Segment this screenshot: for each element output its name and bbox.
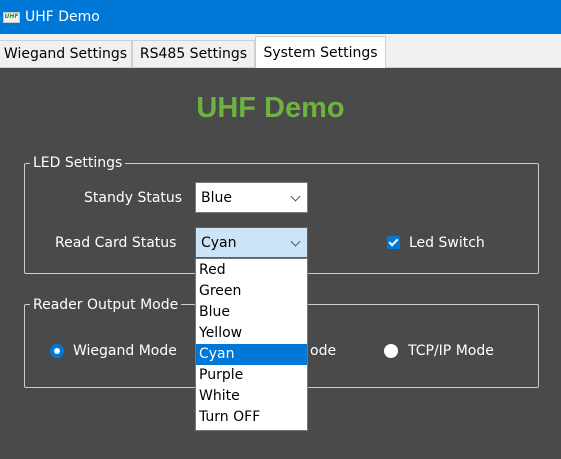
standy-status-value: Blue — [201, 189, 232, 206]
led-settings-title: LED Settings — [30, 155, 126, 172]
standy-status-label: Standy Status — [84, 190, 183, 206]
led-switch-label[interactable]: Led Switch — [409, 235, 485, 252]
app-logo-icon: UHF — [3, 11, 20, 23]
reader-output-mode-title: Reader Output Mode — [30, 297, 182, 314]
dropdown-option-turn-off[interactable]: Turn OFF — [196, 407, 307, 428]
read-card-status-value: Cyan — [201, 234, 237, 251]
led-switch-checkbox[interactable] — [387, 236, 400, 249]
read-card-status-label: Read Card Status — [55, 235, 177, 251]
tab-system-settings[interactable]: System Settings — [255, 36, 386, 68]
dropdown-option-blue[interactable]: Blue — [196, 302, 307, 323]
dropdown-option-cyan[interactable]: Cyan — [196, 344, 307, 365]
window-title: UHF Demo — [25, 9, 100, 25]
dropdown-option-red[interactable]: Red — [196, 260, 307, 281]
tab-rs485-settings[interactable]: RS485 Settings — [132, 40, 255, 67]
title-bar: UHF UHF Demo — [0, 0, 561, 34]
dropdown-option-yellow[interactable]: Yellow — [196, 323, 307, 344]
tcpip-mode-label[interactable]: TCP/IP Mode — [408, 343, 494, 360]
wiegand-mode-radio[interactable] — [50, 344, 64, 358]
chevron-down-icon — [290, 236, 301, 247]
tab-wiegand-settings[interactable]: Wiegand Settings — [0, 40, 132, 67]
read-card-status-dropdown: Red Green Blue Yellow Cyan Purple White … — [195, 258, 308, 431]
dropdown-option-green[interactable]: Green — [196, 281, 307, 302]
app-logo-text: UHF Demo — [196, 92, 345, 124]
dropdown-option-purple[interactable]: Purple — [196, 365, 307, 386]
tcpip-mode-radio[interactable] — [384, 344, 398, 358]
read-card-status-select[interactable]: Cyan — [195, 227, 308, 258]
chevron-down-icon — [290, 191, 301, 202]
dropdown-option-white[interactable]: White — [196, 386, 307, 407]
wiegand-mode-label[interactable]: Wiegand Mode — [73, 343, 177, 360]
rs485-mode-label-partial[interactable]: ode — [310, 343, 336, 360]
standy-status-select[interactable]: Blue — [195, 182, 308, 213]
